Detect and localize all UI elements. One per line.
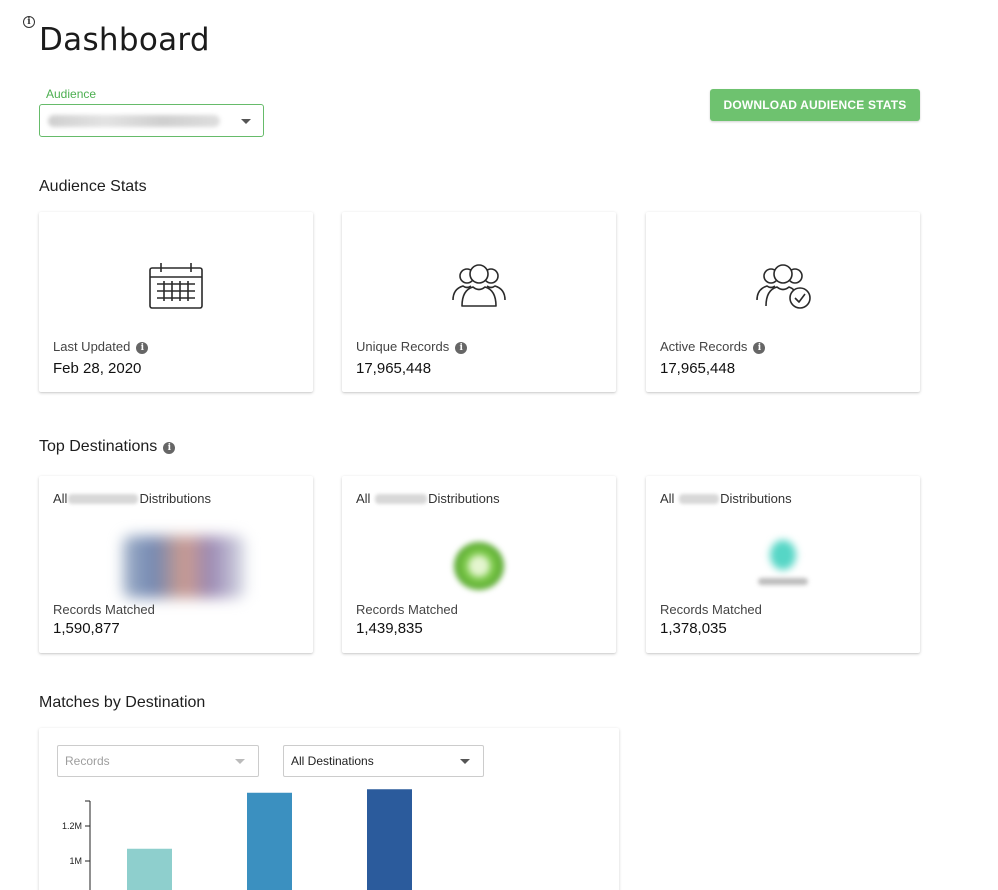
destination-select[interactable]: All Destinations	[283, 745, 484, 777]
info-icon[interactable]: i	[136, 342, 149, 354]
calendar-icon	[149, 263, 203, 309]
top-destinations-title: Top Destinations	[39, 438, 158, 455]
stat-value: 17,965,448	[660, 360, 736, 377]
redacted-text	[375, 494, 428, 504]
stat-value: 17,965,448	[356, 360, 432, 377]
destination-title-prefix: All	[356, 491, 371, 506]
destination-title: All Distributions	[660, 491, 792, 506]
y-tick-label: 1M	[69, 856, 82, 866]
destination-title-suffix: Distributions	[139, 491, 211, 506]
destination-select-value: All Destinations	[291, 754, 374, 768]
info-icon[interactable]: i	[753, 342, 766, 354]
stat-value: Feb 28, 2020	[53, 360, 142, 377]
users-group-icon	[452, 264, 506, 307]
destination-logo	[770, 540, 796, 570]
top-destinations-heading: Top Destinations i	[39, 438, 176, 456]
y-tick-label: 1.2M	[62, 821, 82, 831]
stat-card-active-records: Active Records i 17,965,448	[646, 212, 920, 392]
redacted-text	[68, 494, 139, 504]
destination-card[interactable]: All Distributions Records Matched 1,590,8…	[39, 476, 313, 653]
redacted-text	[679, 494, 720, 504]
records-matched-label: Records Matched	[660, 602, 762, 617]
destination-card[interactable]: All Distributions Records Matched 1,378,…	[646, 476, 920, 653]
info-icon[interactable]: i	[163, 442, 176, 454]
records-matched-value: 1,378,035	[660, 620, 727, 637]
stat-label: Active Records i	[660, 339, 766, 354]
matches-by-destination-title: Matches by Destination	[39, 694, 206, 711]
caret-down-icon	[235, 759, 245, 764]
stat-card-unique-records: Unique Records i 17,965,448	[342, 212, 616, 392]
stat-label-text: Active Records	[660, 339, 748, 354]
destination-title-prefix: All	[660, 491, 675, 506]
users-check-icon	[756, 264, 811, 309]
caret-down-icon	[241, 119, 251, 124]
destination-title: All Distributions	[356, 491, 500, 506]
stat-label-text: Unique Records	[356, 339, 450, 354]
destination-title-suffix: Distributions	[428, 491, 500, 506]
caret-down-icon	[460, 759, 470, 764]
info-icon[interactable]: i	[23, 16, 35, 28]
audience-stats-title: Audience Stats	[39, 178, 147, 195]
destination-logo	[454, 542, 504, 590]
download-audience-stats-button[interactable]: DOWNLOAD AUDIENCE STATS	[710, 89, 920, 121]
chart-bar[interactable]	[247, 792, 292, 890]
records-matched-label: Records Matched	[356, 602, 458, 617]
metric-select-placeholder: Records	[65, 754, 110, 768]
page-title: Dashboard	[39, 22, 210, 58]
destination-logo-caption	[758, 578, 808, 585]
destination-title: All Distributions	[53, 491, 211, 506]
stat-card-last-updated: Last Updated i Feb 28, 2020	[39, 212, 313, 392]
metric-select[interactable]: Records	[57, 745, 259, 777]
destination-title-suffix: Distributions	[720, 491, 792, 506]
records-matched-value: 1,439,835	[356, 620, 423, 637]
records-matched-label: Records Matched	[53, 602, 155, 617]
matches-bar-chart: 1M 1.2M	[62, 789, 412, 890]
stat-label: Last Updated i	[53, 339, 149, 354]
matches-chart-card: Records All Destinations 1M 1.2M	[39, 728, 619, 890]
destination-title-prefix: All	[53, 491, 68, 506]
audience-label: Audience	[46, 87, 97, 101]
chart-bar[interactable]	[127, 848, 172, 890]
stat-label: Unique Records i	[356, 339, 468, 354]
audience-select-value-redacted	[48, 115, 220, 127]
matches-by-destination-heading: Matches by Destination	[39, 694, 205, 712]
stat-label-text: Last Updated	[53, 339, 131, 354]
destination-card[interactable]: All Distributions Records Matched 1,439,…	[342, 476, 616, 653]
destination-logo	[123, 536, 245, 598]
audience-stats-heading: Audience Stats	[39, 178, 147, 196]
audience-select[interactable]	[39, 104, 264, 137]
info-icon[interactable]: i	[455, 342, 468, 354]
records-matched-value: 1,590,877	[53, 620, 120, 637]
chart-bar[interactable]	[367, 789, 412, 890]
